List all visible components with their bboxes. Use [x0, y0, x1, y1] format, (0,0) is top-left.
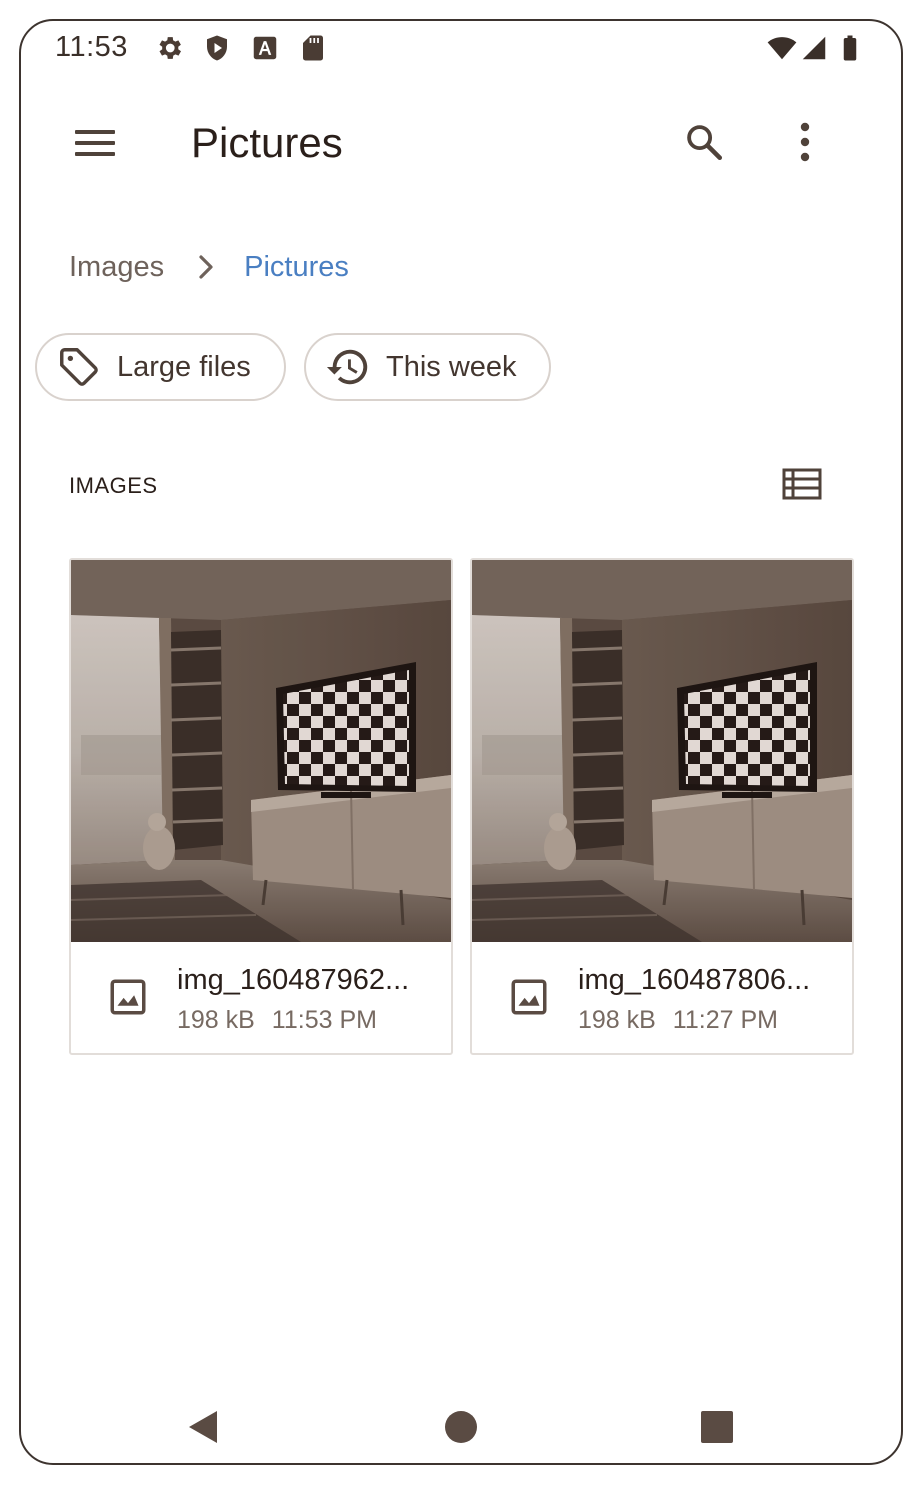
- chip-this-week-label: This week: [386, 350, 517, 383]
- signal-icon: [802, 36, 826, 60]
- image-file-icon: [110, 979, 146, 1015]
- breadcrumb: Images Pictures: [69, 245, 349, 289]
- home-button[interactable]: [431, 1397, 491, 1457]
- recents-button[interactable]: [687, 1397, 747, 1457]
- breadcrumb-item-images[interactable]: Images: [69, 251, 164, 284]
- settings-icon: [159, 37, 181, 59]
- menu-button[interactable]: [69, 119, 121, 167]
- history-icon: [324, 343, 372, 391]
- home-circle-icon: [445, 1411, 477, 1443]
- image-thumbnail: [472, 560, 852, 942]
- more-vert-icon: [800, 122, 810, 162]
- more-options-button[interactable]: [785, 117, 825, 167]
- list-view-toggle-button[interactable]: [779, 465, 825, 503]
- file-name: img_160487962...: [177, 964, 410, 996]
- file-name: img_160487806...: [578, 964, 811, 996]
- image-file-icon: [511, 979, 547, 1015]
- file-size: 198 kB: [578, 1006, 656, 1034]
- file-time: 11:27 PM: [672, 1006, 778, 1034]
- chip-large-files-label: Large files: [117, 350, 251, 383]
- file-card[interactable]: img_160487806... 198 kB 11:27 PM: [470, 558, 854, 1055]
- chip-this-week[interactable]: This week: [304, 333, 551, 401]
- back-triangle-icon: [189, 1411, 217, 1443]
- recents-square-icon: [701, 1411, 733, 1443]
- section-title: IMAGES: [69, 473, 158, 498]
- wifi-icon: [767, 37, 797, 60]
- search-icon: [687, 125, 723, 161]
- image-thumbnail: [71, 560, 451, 942]
- file-card-footer: img_160487806... 198 kB 11:27 PM: [472, 942, 852, 1053]
- label-tag-icon: [55, 343, 103, 391]
- shield-play-icon: [207, 35, 227, 61]
- file-time: 11:53 PM: [271, 1006, 377, 1034]
- battery-icon: [843, 35, 857, 61]
- file-size: 198 kB: [177, 1006, 255, 1034]
- hamburger-menu-icon: [75, 130, 115, 156]
- search-button[interactable]: [679, 117, 729, 167]
- font-a-icon: [253, 36, 277, 60]
- breadcrumb-item-pictures[interactable]: Pictures: [244, 251, 349, 284]
- chip-large-files[interactable]: Large files: [35, 333, 286, 401]
- file-meta: 198 kB 11:27 PM: [578, 1006, 778, 1035]
- sd-card-icon: [303, 35, 323, 61]
- file-card-footer: img_160487962... 198 kB 11:53 PM: [71, 942, 451, 1053]
- page-title: Pictures: [191, 119, 343, 166]
- status-time: 11:53: [55, 31, 128, 63]
- device-screen: 11:53 Pictures Images Pictures Large fil…: [19, 19, 903, 1465]
- back-button[interactable]: [173, 1397, 233, 1457]
- file-card[interactable]: img_160487962... 198 kB 11:53 PM: [69, 558, 453, 1055]
- chevron-right-icon: [198, 254, 214, 280]
- list-view-icon: [782, 468, 822, 500]
- file-meta: 198 kB 11:53 PM: [177, 1006, 377, 1035]
